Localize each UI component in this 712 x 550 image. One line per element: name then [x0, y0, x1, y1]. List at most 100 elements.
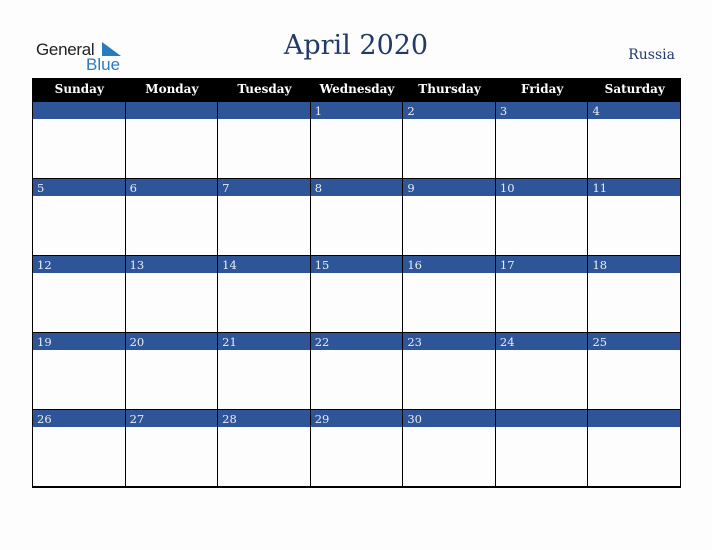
day-number: 25: [588, 332, 681, 350]
day-notes-area[interactable]: [495, 196, 588, 255]
day-notes-area[interactable]: [218, 427, 310, 486]
day-cell[interactable]: 26: [33, 409, 126, 486]
day-cell[interactable]: 1: [310, 101, 404, 178]
day-notes-area[interactable]: [588, 350, 681, 409]
day-notes-area[interactable]: [495, 119, 588, 178]
day-notes-area[interactable]: [33, 196, 125, 255]
day-cell[interactable]: 6: [125, 178, 219, 255]
day-number: [125, 101, 218, 119]
day-number: 26: [33, 409, 125, 427]
day-notes-area[interactable]: [588, 427, 681, 486]
day-notes-area[interactable]: [403, 196, 495, 255]
day-cell[interactable]: 23: [403, 332, 496, 409]
day-number: 22: [310, 332, 403, 350]
day-cell[interactable]: 10: [495, 178, 589, 255]
day-notes-area[interactable]: [125, 196, 218, 255]
weekday-thursday: Thursday: [418, 82, 481, 96]
day-notes-area[interactable]: [33, 350, 125, 409]
day-number: 11: [588, 178, 681, 196]
day-cell[interactable]: 17: [495, 255, 589, 332]
day-notes-area[interactable]: [403, 273, 495, 332]
day-cell[interactable]: 15: [310, 255, 404, 332]
day-cell[interactable]: 27: [125, 409, 219, 486]
day-notes-area[interactable]: [588, 119, 681, 178]
day-notes-area[interactable]: [588, 196, 681, 255]
day-cell[interactable]: 16: [403, 255, 496, 332]
day-cell[interactable]: [588, 409, 682, 486]
day-cell[interactable]: 20: [125, 332, 219, 409]
day-number: 3: [495, 101, 588, 119]
day-cell[interactable]: 8: [310, 178, 404, 255]
weekday-friday: Friday: [521, 82, 564, 96]
day-number: 19: [33, 332, 125, 350]
day-cell[interactable]: 2: [403, 101, 496, 178]
day-notes-area[interactable]: [218, 119, 310, 178]
day-cell[interactable]: [495, 409, 589, 486]
day-notes-area[interactable]: [125, 273, 218, 332]
day-notes-area[interactable]: [218, 273, 310, 332]
day-number: 13: [125, 255, 218, 273]
week-row: 1234: [33, 101, 682, 178]
day-number: 12: [33, 255, 125, 273]
day-cell[interactable]: 24: [495, 332, 589, 409]
day-cell[interactable]: 30: [403, 409, 496, 486]
day-notes-area[interactable]: [125, 350, 218, 409]
day-cell[interactable]: 5: [33, 178, 126, 255]
day-cell[interactable]: 3: [495, 101, 589, 178]
day-number: 6: [125, 178, 218, 196]
day-notes-area[interactable]: [403, 427, 495, 486]
day-number: 30: [403, 409, 495, 427]
day-number: 5: [33, 178, 125, 196]
day-cell[interactable]: 9: [403, 178, 496, 255]
day-number: 9: [403, 178, 495, 196]
day-notes-area[interactable]: [310, 273, 403, 332]
day-notes-area[interactable]: [495, 350, 588, 409]
day-notes-area[interactable]: [310, 119, 403, 178]
day-cell[interactable]: 22: [310, 332, 404, 409]
day-cell[interactable]: 18: [588, 255, 682, 332]
day-cell[interactable]: 4: [588, 101, 682, 178]
day-cell[interactable]: 28: [218, 409, 311, 486]
day-notes-area[interactable]: [495, 427, 588, 486]
day-cell[interactable]: 29: [310, 409, 404, 486]
day-number: [218, 101, 310, 119]
day-cell[interactable]: 13: [125, 255, 219, 332]
calendar-grid: Sunday Monday Tuesday Wednesday Thursday…: [32, 78, 682, 488]
day-notes-area[interactable]: [218, 196, 310, 255]
day-cell[interactable]: [125, 101, 219, 178]
day-notes-area[interactable]: [125, 427, 218, 486]
weekday-saturday: Saturday: [604, 82, 665, 96]
day-notes-area[interactable]: [403, 119, 495, 178]
day-number: 10: [495, 178, 588, 196]
day-number: 27: [125, 409, 218, 427]
day-number: 1: [310, 101, 403, 119]
day-cell[interactable]: [218, 101, 311, 178]
day-cell[interactable]: 7: [218, 178, 311, 255]
day-cell[interactable]: [33, 101, 126, 178]
day-notes-area[interactable]: [33, 119, 125, 178]
day-cell[interactable]: 14: [218, 255, 311, 332]
day-cell[interactable]: 19: [33, 332, 126, 409]
day-notes-area[interactable]: [125, 119, 218, 178]
day-number: 15: [310, 255, 403, 273]
weekday-wednesday: Wednesday: [319, 82, 395, 96]
day-cell[interactable]: 12: [33, 255, 126, 332]
day-cell[interactable]: 21: [218, 332, 311, 409]
day-notes-area[interactable]: [33, 273, 125, 332]
day-notes-area[interactable]: [310, 350, 403, 409]
day-notes-area[interactable]: [310, 196, 403, 255]
calendar-title: April 2020: [283, 30, 429, 61]
day-cell[interactable]: 11: [588, 178, 682, 255]
day-notes-area[interactable]: [310, 427, 403, 486]
day-number: [495, 409, 588, 427]
day-notes-area[interactable]: [495, 273, 588, 332]
day-number: 2: [403, 101, 495, 119]
day-notes-area[interactable]: [403, 350, 495, 409]
day-notes-area[interactable]: [33, 427, 125, 486]
day-notes-area[interactable]: [218, 350, 310, 409]
weekday-sunday: Sunday: [54, 82, 104, 96]
day-cell[interactable]: 25: [588, 332, 682, 409]
day-notes-area[interactable]: [588, 273, 681, 332]
country-label: Russia: [628, 47, 675, 63]
weeks-container: 1 2 3 4 5 6 7 8 9 10 11 12 13 14 15 16 17 18 19 20 21 22 23 24 2…: [33, 101, 682, 486]
